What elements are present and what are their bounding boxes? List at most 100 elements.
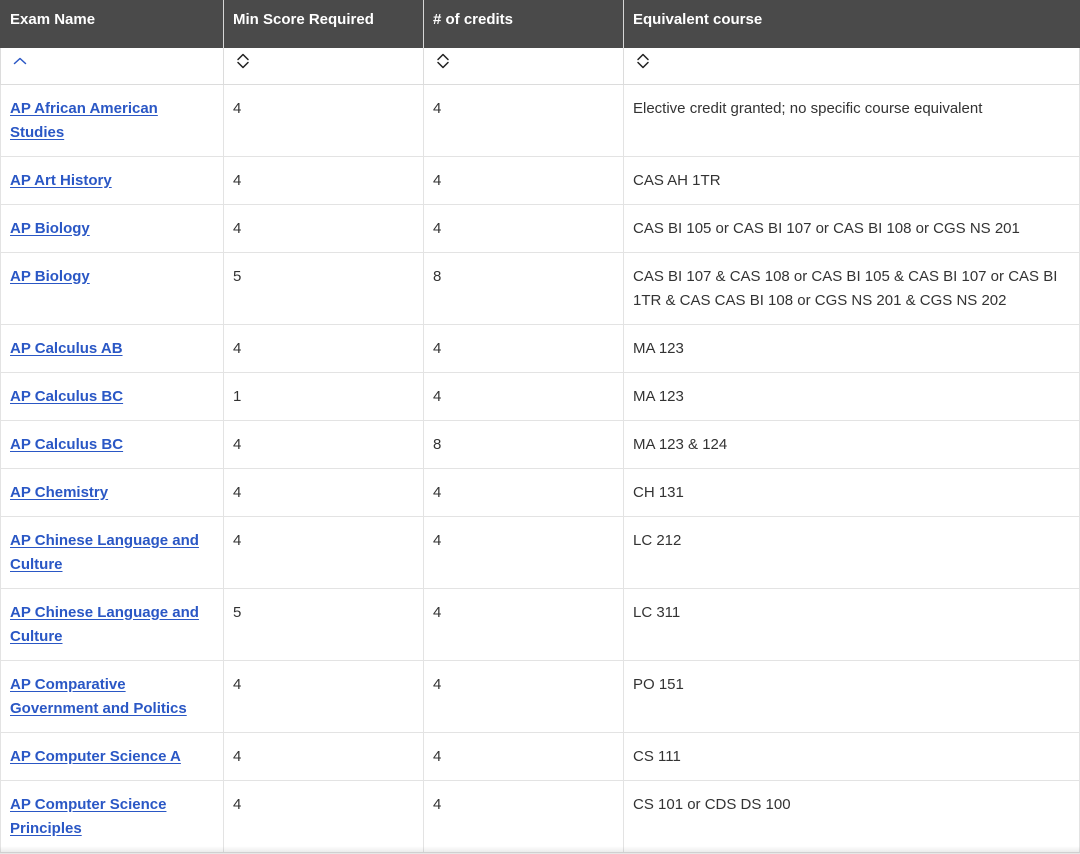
exam-link[interactable]: AP Chinese Language and Culture <box>10 532 199 573</box>
exam-link[interactable]: AP Calculus BC <box>10 388 123 405</box>
exam-name-cell: AP Art History <box>0 155 224 205</box>
table-row: AP Art History 4 4 CAS AH 1TR <box>0 155 1080 205</box>
credits-cell: 4 <box>423 779 624 853</box>
exam-link[interactable]: AP Calculus AB <box>10 340 123 357</box>
table-row: AP Calculus BC 4 8 MA 123 & 124 <box>0 419 1080 469</box>
table-row: AP Computer Science A 4 4 CS 111 <box>0 731 1080 781</box>
table-row: AP Chinese Language and Culture 5 4 LC 3… <box>0 587 1080 661</box>
sort-cell-equivalent-course <box>623 48 1080 85</box>
column-header-min-score: Min Score Required <box>223 0 424 48</box>
sort-toggle-icon <box>637 54 649 69</box>
min-score-cell: 4 <box>223 515 424 589</box>
exam-name-cell: AP Comparative Government and Politics <box>0 659 224 733</box>
equivalent-course-cell: Elective credit granted; no specific cou… <box>623 83 1080 157</box>
equivalent-course-cell: CS 111 <box>623 731 1080 781</box>
equivalent-course-cell: LC 311 <box>623 587 1080 661</box>
sort-cell-min-score <box>223 48 424 85</box>
table-row: AP African American Studies 4 4 Elective… <box>0 83 1080 157</box>
credits-cell: 4 <box>423 83 624 157</box>
credits-cell: 4 <box>423 515 624 589</box>
min-score-cell: 5 <box>223 251 424 325</box>
credits-cell: 8 <box>423 251 624 325</box>
credits-cell: 4 <box>423 155 624 205</box>
table-row: AP Comparative Government and Politics 4… <box>0 659 1080 733</box>
exam-name-cell: AP Biology <box>0 203 224 253</box>
exam-name-cell: AP Chinese Language and Culture <box>0 515 224 589</box>
sort-cell-credits <box>423 48 624 85</box>
exam-link[interactable]: AP Comparative Government and Politics <box>10 676 187 717</box>
table-row: AP Biology 5 8 CAS BI 107 & CAS 108 or C… <box>0 251 1080 325</box>
equivalent-course-cell: CH 131 <box>623 467 1080 517</box>
exam-name-cell: AP Chemistry <box>0 467 224 517</box>
exam-name-cell: AP Biology <box>0 251 224 325</box>
equivalent-course-cell: CAS BI 105 or CAS BI 107 or CAS BI 108 o… <box>623 203 1080 253</box>
exam-link[interactable]: AP African American Studies <box>10 100 158 141</box>
min-score-cell: 1 <box>223 371 424 421</box>
min-score-cell: 4 <box>223 779 424 853</box>
exam-name-cell: AP Computer Science Principles <box>0 779 224 853</box>
table-body: AP African American Studies 4 4 Elective… <box>0 83 1080 853</box>
sort-equivalent-course-button[interactable] <box>633 51 653 71</box>
credits-cell: 4 <box>423 371 624 421</box>
credits-cell: 4 <box>423 203 624 253</box>
min-score-cell: 4 <box>223 323 424 373</box>
exam-link[interactable]: AP Computer Science Principles <box>10 796 166 837</box>
exam-name-cell: AP Computer Science A <box>0 731 224 781</box>
sort-toggle-icon <box>237 54 249 69</box>
credits-cell: 4 <box>423 323 624 373</box>
sort-credits-button[interactable] <box>433 51 453 71</box>
equivalent-course-cell: LC 212 <box>623 515 1080 589</box>
chevron-up-icon <box>13 58 27 65</box>
credits-cell: 4 <box>423 659 624 733</box>
sort-min-score-button[interactable] <box>233 51 253 71</box>
sort-cell-exam-name <box>0 48 224 85</box>
exam-link[interactable]: AP Chinese Language and Culture <box>10 604 199 645</box>
min-score-cell: 4 <box>223 155 424 205</box>
equivalent-course-cell: MA 123 <box>623 323 1080 373</box>
exam-name-cell: AP Calculus BC <box>0 419 224 469</box>
equivalent-course-cell: PO 151 <box>623 659 1080 733</box>
table-row: AP Chemistry 4 4 CH 131 <box>0 467 1080 517</box>
min-score-cell: 4 <box>223 731 424 781</box>
table-row: AP Calculus BC 1 4 MA 123 <box>0 371 1080 421</box>
exam-name-cell: AP African American Studies <box>0 83 224 157</box>
exam-credit-table: Exam Name Min Score Required # of credit… <box>0 0 1080 853</box>
min-score-cell: 4 <box>223 419 424 469</box>
min-score-cell: 4 <box>223 467 424 517</box>
sort-toggle-icon <box>437 54 449 69</box>
min-score-cell: 4 <box>223 659 424 733</box>
credits-cell: 4 <box>423 467 624 517</box>
exam-link[interactable]: AP Calculus BC <box>10 436 123 453</box>
table-row: AP Chinese Language and Culture 4 4 LC 2… <box>0 515 1080 589</box>
column-header-label: # of credits <box>433 11 514 28</box>
table-row: AP Biology 4 4 CAS BI 105 or CAS BI 107 … <box>0 203 1080 253</box>
exam-link[interactable]: AP Computer Science A <box>10 748 181 765</box>
exam-name-cell: AP Calculus BC <box>0 371 224 421</box>
sort-exam-name-button[interactable] <box>10 51 30 71</box>
column-header-label: Min Score Required <box>233 11 374 28</box>
column-header-credits: # of credits <box>423 0 624 48</box>
column-header-equivalent-course: Equivalent course <box>623 0 1080 48</box>
equivalent-course-cell: MA 123 & 124 <box>623 419 1080 469</box>
exam-link[interactable]: AP Biology <box>10 268 90 285</box>
equivalent-course-cell: CAS BI 107 & CAS 108 or CAS BI 105 & CAS… <box>623 251 1080 325</box>
table-row: AP Computer Science Principles 4 4 CS 10… <box>0 779 1080 853</box>
sort-controls-row <box>0 48 1080 85</box>
credits-cell: 8 <box>423 419 624 469</box>
min-score-cell: 4 <box>223 203 424 253</box>
exam-link[interactable]: AP Biology <box>10 220 90 237</box>
equivalent-course-cell: MA 123 <box>623 371 1080 421</box>
exam-link[interactable]: AP Art History <box>10 172 112 189</box>
table-header: Exam Name Min Score Required # of credit… <box>0 0 1080 85</box>
header-row: Exam Name Min Score Required # of credit… <box>0 0 1080 48</box>
equivalent-course-cell: CAS AH 1TR <box>623 155 1080 205</box>
credits-cell: 4 <box>423 587 624 661</box>
exam-name-cell: AP Chinese Language and Culture <box>0 587 224 661</box>
exam-name-cell: AP Calculus AB <box>0 323 224 373</box>
column-header-exam-name: Exam Name <box>0 0 224 48</box>
exam-link[interactable]: AP Chemistry <box>10 484 108 501</box>
min-score-cell: 4 <box>223 83 424 157</box>
column-header-label: Exam Name <box>10 11 96 28</box>
credits-cell: 4 <box>423 731 624 781</box>
column-header-label: Equivalent course <box>633 11 763 28</box>
